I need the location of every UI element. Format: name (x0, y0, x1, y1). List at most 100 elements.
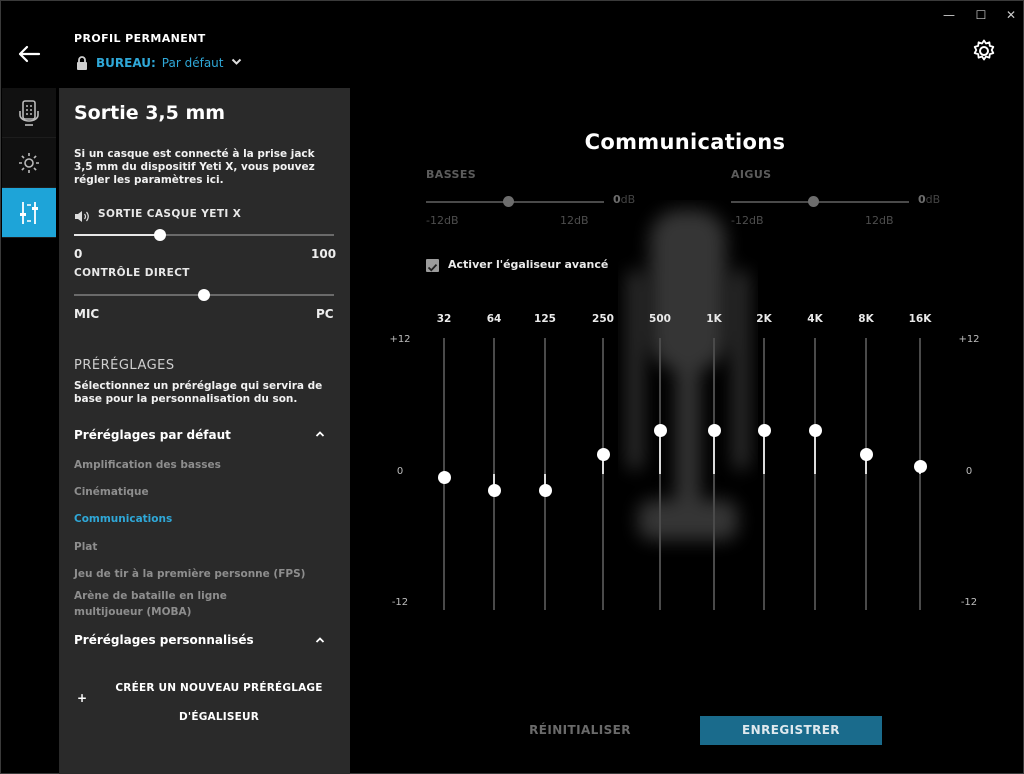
bass-slider[interactable] (426, 201, 604, 203)
speaker-icon (74, 208, 90, 222)
create-preset-label-line2: D'ÉGALISEUR (179, 711, 259, 723)
chevron-down-icon (231, 58, 242, 69)
band-slider-thumb[interactable] (438, 471, 451, 485)
rail-item-equalizer[interactable] (2, 188, 56, 238)
preset-item-active[interactable]: Communications (74, 511, 314, 527)
band-slider-thumb[interactable] (654, 423, 667, 437)
create-preset-button[interactable]: CRÉER UN NOUVEAU PRÉRÉGLAGE D'ÉGALISEUR (99, 674, 339, 732)
headphone-volume-slider[interactable] (74, 228, 334, 242)
create-preset-label-line1: CRÉER UN NOUVEAU PRÉRÉGLAGE (115, 682, 323, 694)
axis-mid-left: 0 (396, 466, 404, 477)
brightness-icon (19, 152, 39, 173)
bass-slider-thumb[interactable] (503, 196, 514, 207)
axis-top-left: +12 (389, 334, 411, 345)
bass-max-label: 12dB (560, 214, 589, 227)
presets-heading: PRÉRÉGLAGES (74, 358, 175, 373)
axis-bottom-right: -12 (960, 597, 978, 608)
treble-max-label: 12dB (865, 214, 894, 227)
treble-slider-thumb[interactable] (808, 196, 819, 207)
bass-min-label: -12dB (426, 214, 459, 227)
band-slider-track[interactable] (865, 338, 867, 610)
close-button[interactable]: ✕ (996, 4, 1024, 26)
advanced-eq-label[interactable]: Activer l'égaliseur avancé (448, 258, 608, 271)
preset-item[interactable]: Cinématique (74, 484, 314, 500)
band-freq-label: 16K (908, 313, 932, 325)
panel-title: Sortie 3,5 mm (74, 102, 226, 124)
lock-icon (77, 56, 87, 70)
treble-value: 0dB (918, 193, 941, 206)
band-freq-label: 32 (436, 313, 452, 325)
band-freq-label: 1K (706, 313, 722, 325)
slider-thumb[interactable] (198, 289, 210, 301)
band-freq-label: 64 (486, 313, 502, 325)
maximize-button[interactable]: ☐ (966, 4, 996, 26)
save-button[interactable]: ENREGISTRER (700, 716, 882, 745)
preset-item[interactable]: Arène de bataille en ligne multijoueur (… (74, 588, 299, 620)
preset-item[interactable]: Plat (74, 539, 314, 555)
chevron-up-icon[interactable] (315, 636, 325, 647)
profile-selector[interactable]: BUREAU: Par défaut (74, 55, 242, 71)
reset-button[interactable]: RÉINITIALISER (505, 716, 655, 745)
arrow-left-icon (18, 45, 41, 63)
panel-description: Si un casque est connecté à la prise jac… (74, 148, 315, 186)
direct-monitor-slider[interactable] (74, 288, 334, 302)
headphone-output-label: SORTIE CASQUE YETI X (98, 208, 242, 220)
settings-panel: Sortie 3,5 mm Si un casque est connecté … (59, 88, 350, 774)
band-slider-thumb[interactable] (758, 423, 771, 437)
preset-item[interactable]: Jeu de tir à la première personne (FPS) (74, 566, 314, 582)
rail-item-lighting[interactable] (2, 138, 56, 188)
microphone-device-icon (19, 99, 39, 126)
monitor-min-label: MIC (74, 307, 100, 321)
band-freq-label: 500 (649, 313, 671, 325)
treble-min-label: -12dB (731, 214, 764, 227)
axis-mid-right: 0 (965, 466, 973, 477)
band-slider-track[interactable] (602, 338, 604, 610)
treble-label: AIGUS (731, 168, 772, 181)
direct-monitor-label: CONTRÔLE DIRECT (74, 267, 190, 279)
headphone-max-label: 100 (311, 247, 337, 261)
profile-name: BUREAU: (96, 56, 156, 70)
band-slider-thumb[interactable] (914, 460, 927, 474)
slider-thumb[interactable] (153, 229, 166, 241)
rail-item-device[interactable] (2, 88, 56, 138)
band-slider-thumb[interactable] (488, 483, 501, 497)
monitor-max-label: PC (316, 307, 334, 321)
left-rail (2, 88, 56, 240)
band-slider-thumb[interactable] (708, 423, 721, 437)
band-freq-label: 8K (858, 313, 874, 325)
profile-value: Par défaut (161, 56, 224, 70)
axis-top-right: +12 (958, 334, 980, 345)
headphone-min-label: 0 (74, 247, 83, 261)
presets-description: Sélectionnez un préréglage qui servira d… (74, 380, 323, 405)
default-presets-toggle[interactable]: Préréglages par défaut (74, 428, 231, 442)
band-freq-label: 125 (534, 313, 556, 325)
band-slider-track[interactable] (814, 338, 816, 610)
gear-icon (973, 39, 995, 61)
plus-icon: + (77, 691, 88, 705)
band-freq-label: 2K (756, 313, 772, 325)
advanced-eq-checkbox[interactable] (426, 259, 439, 272)
minimize-button[interactable]: — (934, 4, 964, 26)
band-slider-thumb[interactable] (809, 423, 822, 437)
band-slider-track[interactable] (763, 338, 765, 610)
equalizer-title: Communications (584, 130, 786, 154)
chevron-up-icon[interactable] (315, 430, 325, 441)
sliders-icon (20, 201, 38, 224)
back-button[interactable] (14, 40, 44, 68)
band-freq-label: 250 (592, 313, 614, 325)
bass-label: BASSES (426, 168, 477, 181)
axis-bottom-left: -12 (391, 597, 409, 608)
band-slider-track[interactable] (919, 338, 921, 610)
custom-presets-toggle[interactable]: Préréglages personnalisés (74, 633, 254, 647)
band-slider-thumb[interactable] (539, 483, 552, 497)
settings-button[interactable] (971, 38, 997, 64)
band-slider-track[interactable] (659, 338, 661, 610)
microphone-watermark (628, 210, 748, 540)
preset-item[interactable]: Amplification des basses (74, 457, 314, 473)
band-slider-thumb[interactable] (597, 447, 610, 461)
treble-slider[interactable] (731, 201, 909, 203)
bass-value: 0dB (613, 193, 636, 206)
band-freq-label: 4K (807, 313, 823, 325)
band-slider-track[interactable] (713, 338, 715, 610)
band-slider-thumb[interactable] (860, 447, 873, 461)
